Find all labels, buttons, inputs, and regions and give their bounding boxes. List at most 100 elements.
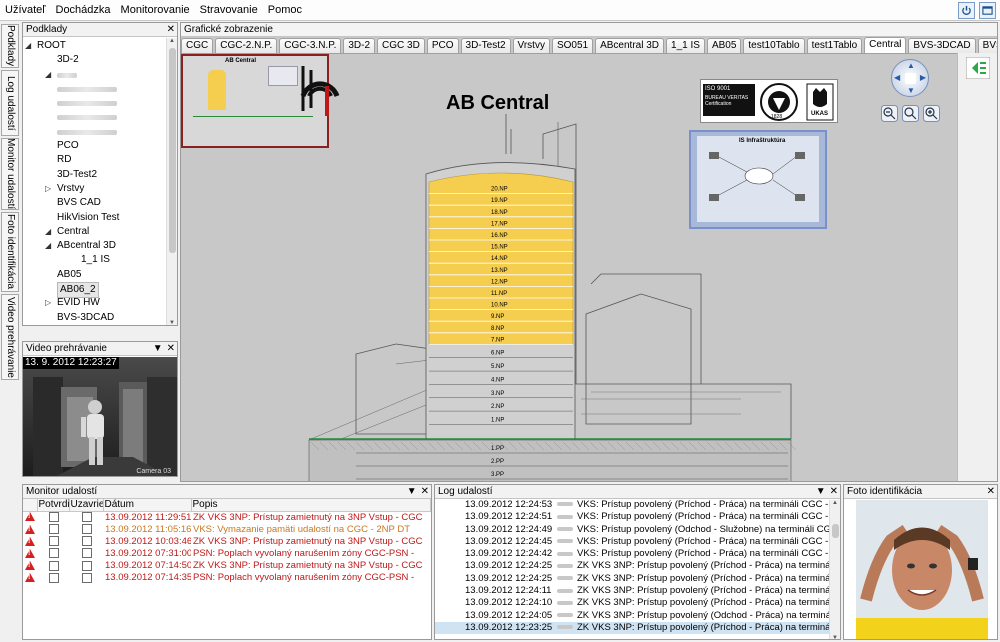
floor-label[interactable]: 1.NP <box>491 417 504 423</box>
confirm-checkbox[interactable] <box>49 536 59 547</box>
col-confirm[interactable]: Potvrdiť <box>37 499 70 512</box>
chevron-down-icon[interactable]: ▼ <box>153 342 163 355</box>
floor-label[interactable]: 9.NP <box>491 314 504 320</box>
log-row[interactable]: 13.09.2012 12:24:11 ZK VKS 3NP: Prístup … <box>435 585 840 597</box>
log-row[interactable]: 13.09.2012 12:24:53 VKS: Prístup povolen… <box>435 499 840 511</box>
tree-item[interactable]: ◢ ROOT <box>23 39 177 53</box>
tab-bvs-cad-all[interactable]: BVS-CAD-ALL <box>977 38 997 53</box>
window-button[interactable] <box>979 2 996 19</box>
tree-item[interactable]: ▷ EVID HW <box>23 296 177 310</box>
chevron-down-icon[interactable]: ▼ <box>816 485 826 498</box>
floor-label[interactable]: 13.NP <box>491 268 508 274</box>
log-row[interactable]: 13.09.2012 12:24:49 VKS: Prístup povolen… <box>435 524 840 536</box>
collapse-arrow-icon[interactable]: ▷ <box>45 182 51 196</box>
table-row[interactable]: 13.09.2012 11:29:51 ZK VKS 3NP: Prístup … <box>23 511 431 524</box>
close-icon[interactable]: ✕ <box>167 23 175 36</box>
col-description[interactable]: Popis <box>191 499 431 512</box>
tree-item[interactable]: ◢ Central <box>23 225 177 239</box>
floor-label[interactable]: 3.PP <box>491 472 504 478</box>
close-checkbox[interactable] <box>82 560 92 571</box>
tab-cgc[interactable]: CGC <box>181 38 214 53</box>
floor-label[interactable]: 1.PP <box>491 446 504 452</box>
tab-cgc-3-n-p-[interactable]: CGC-3.N.P. <box>279 38 342 53</box>
close-checkbox[interactable] <box>82 524 92 535</box>
log-row[interactable]: 13.09.2012 12:24:10 ZK VKS 3NP: Prístup … <box>435 597 840 609</box>
side-tab-log[interactable]: Log udalostí <box>1 70 19 136</box>
infrastructure-panel[interactable]: IS Infraštruktúra <box>689 130 827 229</box>
floor-label[interactable]: 6.NP <box>491 351 504 357</box>
tree-item[interactable]: AB05 <box>23 268 177 282</box>
tree-item[interactable]: 3D-2 <box>23 53 177 67</box>
tree-item[interactable]: RD <box>23 153 177 167</box>
confirm-checkbox[interactable] <box>49 572 59 583</box>
confirm-checkbox[interactable] <box>49 560 59 571</box>
collapse-arrow-icon[interactable]: ▷ <box>45 296 51 310</box>
floor-label[interactable]: 11.NP <box>491 291 507 297</box>
tree-item-redacted[interactable] <box>23 82 177 96</box>
tree-item[interactable]: PCO <box>23 139 177 153</box>
tab-cgc-3d[interactable]: CGC 3D <box>377 38 425 53</box>
close-icon[interactable]: ✕ <box>167 342 175 355</box>
tree-item-redacted[interactable]: ◢ <box>23 68 177 82</box>
tree-item[interactable]: BVS-3DCAD <box>23 311 177 325</box>
floor-label[interactable]: 2.NP <box>491 404 504 410</box>
table-row[interactable]: 13.09.2012 10:03:46 ZK VKS 3NP: Prístup … <box>23 536 431 548</box>
log-row[interactable]: 13.09.2012 12:23:25 ZK VKS 3NP: Prístup … <box>435 621 840 635</box>
table-row[interactable]: 13.09.2012 07:31:00 PSN: Poplach vyvolan… <box>23 548 431 560</box>
tab-pco[interactable]: PCO <box>426 38 459 53</box>
table-row[interactable]: 13.09.2012 11:05:16 VKS: Vymazanie pamät… <box>23 524 431 536</box>
close-icon[interactable]: ✕ <box>830 485 838 498</box>
floor-label[interactable]: 2.PP <box>491 459 504 465</box>
floor-label[interactable]: 15.NP <box>491 245 508 251</box>
tree-item[interactable]: 3D-Test2 <box>23 168 177 182</box>
log-row[interactable]: 13.09.2012 12:24:25 ZK VKS 3NP: Prístup … <box>435 560 840 572</box>
tab-test1tablo[interactable]: test1Tablo <box>806 38 863 53</box>
floor-label[interactable]: 14.NP <box>491 256 508 262</box>
tab-vrstvy[interactable]: Vrstvy <box>512 38 550 53</box>
zoom-out-icon[interactable] <box>881 105 898 122</box>
tab-bvs-3dcad[interactable]: BVS-3DCAD <box>908 38 976 53</box>
close-checkbox[interactable] <box>82 511 92 522</box>
floor-label[interactable]: 10.NP <box>491 303 508 309</box>
log-scrollbar[interactable]: ▲ ▼ <box>829 500 840 639</box>
power-button[interactable] <box>958 2 975 19</box>
table-row[interactable]: 13.09.2012 07:14:50 ZK VKS 3NP: Prístup … <box>23 560 431 572</box>
floor-label[interactable]: 17.NP <box>491 221 508 227</box>
menu-help[interactable]: Pomoc <box>263 0 307 21</box>
floor-label[interactable]: 7.NP <box>491 337 504 343</box>
chevron-down-icon[interactable]: ▼ <box>407 485 417 498</box>
tree-item[interactable]: BVS CAD <box>23 196 177 210</box>
menu-catering[interactable]: Stravovanie <box>195 0 263 21</box>
close-checkbox[interactable] <box>82 572 92 583</box>
tab-so051[interactable]: SO051 <box>551 38 594 53</box>
expand-arrow-icon[interactable]: ◢ <box>25 39 31 53</box>
floor-label[interactable]: 8.NP <box>491 326 504 332</box>
tree-item[interactable]: ◢ ABcentral 3D <box>23 239 177 253</box>
log-row[interactable]: 13.09.2012 12:24:42 VKS: Prístup povolen… <box>435 548 840 560</box>
side-tab-podklady[interactable]: Podklady <box>1 24 19 68</box>
tab-3d-2[interactable]: 3D-2 <box>343 38 376 53</box>
close-checkbox[interactable] <box>82 536 92 547</box>
confirm-checkbox[interactable] <box>49 524 59 535</box>
tab-3d-test2[interactable]: 3D-Test2 <box>460 38 511 53</box>
expand-arrow-icon[interactable]: ◢ <box>45 225 51 239</box>
floor-label[interactable]: 3.NP <box>491 391 504 397</box>
tab-cgc-2-n-p-[interactable]: CGC-2.N.P. <box>215 38 278 53</box>
floor-label[interactable]: 19.NP <box>491 198 508 204</box>
expand-arrow-icon[interactable]: ◢ <box>45 239 51 253</box>
tree-item[interactable]: BVS-CAD-ALL <box>23 325 177 326</box>
floor-label[interactable]: 4.NP <box>491 377 504 383</box>
side-tab-monitor[interactable]: Monitor udalostí <box>1 138 19 210</box>
floor-label[interactable]: 5.NP <box>491 364 504 370</box>
tree-item[interactable]: AB06_2 <box>23 282 177 299</box>
expand-arrow-icon[interactable]: ◢ <box>45 68 51 82</box>
tab-test10tablo[interactable]: test10Tablo <box>743 38 805 53</box>
floor-label[interactable]: 16.NP <box>491 233 508 239</box>
log-row[interactable]: 13.09.2012 12:24:25 ZK VKS 3NP: Prístup … <box>435 573 840 585</box>
menu-monitoring[interactable]: Monitorovanie <box>116 0 195 21</box>
table-row[interactable]: 13.09.2012 07:14:35 PSN: Poplach vyvolan… <box>23 572 431 584</box>
tree-item[interactable]: HikVision Test <box>23 211 177 225</box>
col-close[interactable]: Uzavrieť <box>69 499 104 512</box>
tab-1-1-is[interactable]: 1_1 IS <box>666 38 705 53</box>
close-icon[interactable]: ✕ <box>987 485 995 498</box>
